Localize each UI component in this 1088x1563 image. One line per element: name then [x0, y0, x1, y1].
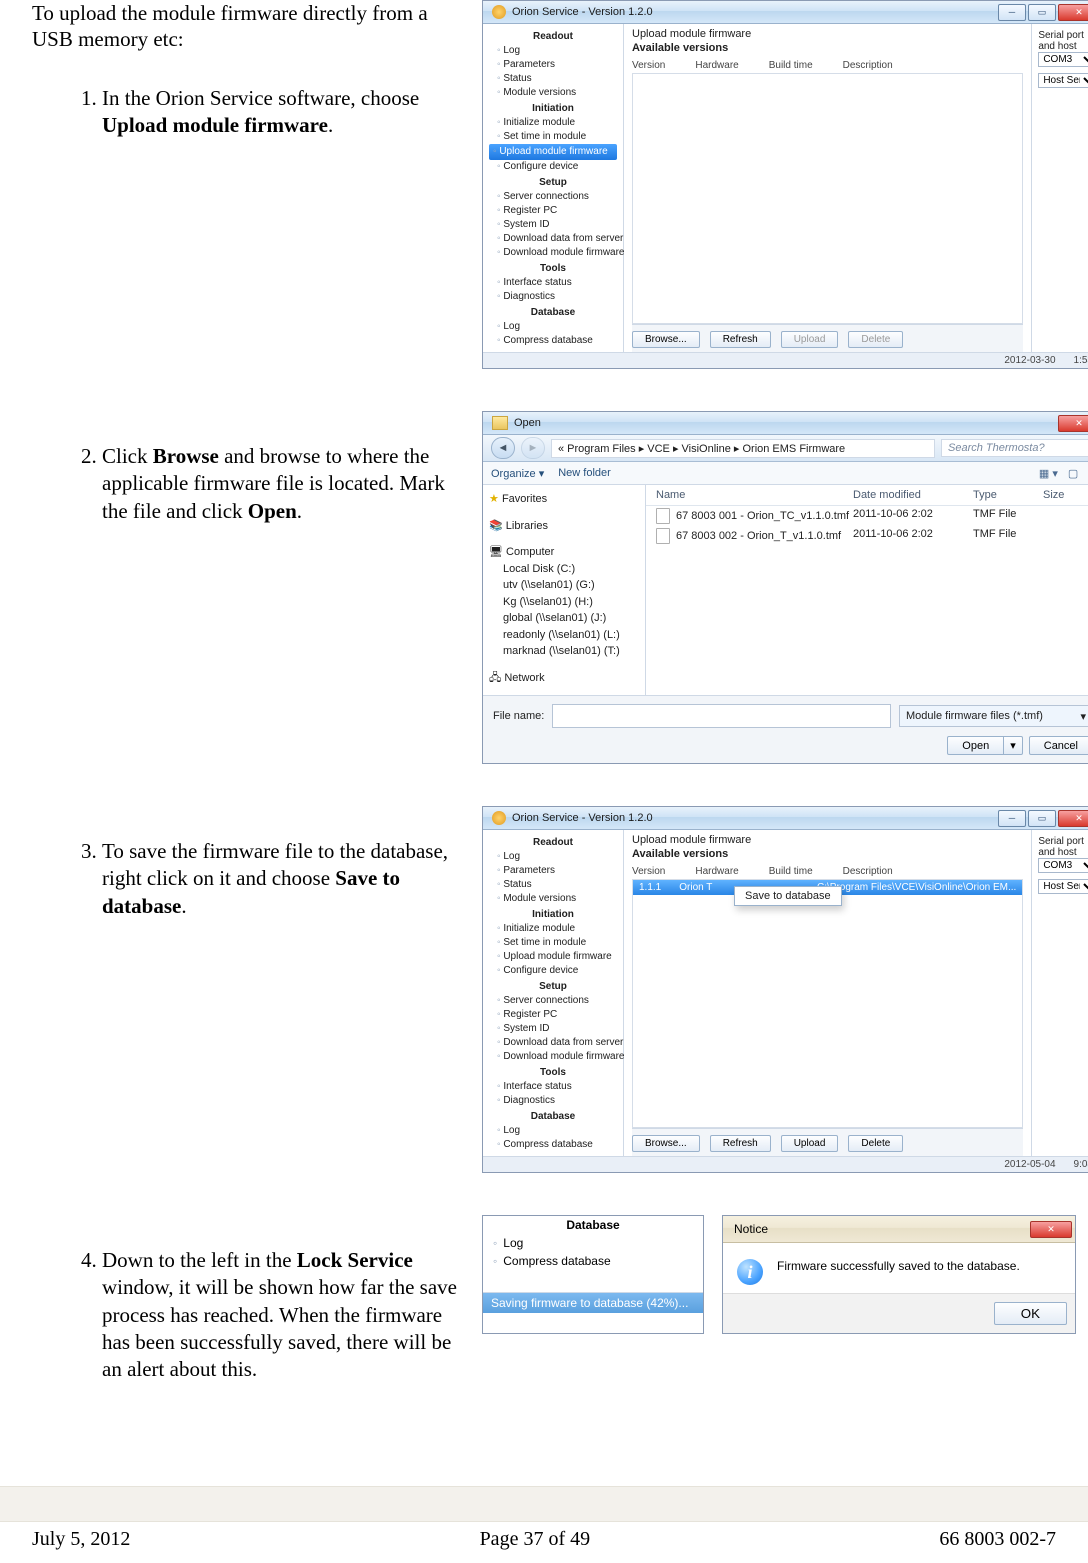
window-orion-1: Orion Service - Version 1.2.0 ─▭✕ Readou… — [482, 0, 1088, 369]
column-headers: VersionHardwareBuild timeDescription — [632, 60, 1023, 71]
filetype-combo[interactable]: Module firmware files (*.tmf)▾ — [899, 705, 1088, 727]
forward-icon: ► — [521, 437, 545, 459]
notice-dialog: Notice ✕ i Firmware successfully saved t… — [722, 1215, 1076, 1334]
info-icon: i — [737, 1259, 763, 1285]
window-progress: Database Log Compress database Saving fi… — [482, 1215, 704, 1334]
close-icon[interactable]: ✕ — [1030, 1221, 1072, 1238]
titlebar[interactable]: Orion Service - Version 1.2.0 ─▭✕ — [483, 1, 1088, 24]
firmware-list[interactable]: 1.1.1Orion TC:\Program Files\VCE\VisiOnl… — [632, 879, 1023, 1128]
close-icon[interactable]: ✕ — [1058, 4, 1088, 21]
delete-button[interactable]: Delete — [848, 1135, 903, 1152]
file-row[interactable]: 67 8003 002 - Orion_T_v1.1.0.tmf2011-10-… — [646, 526, 1088, 546]
window-open-dialog: Open ✕ ◄ ► « Program Files ▸ VCE ▸ VisiO… — [482, 411, 1088, 764]
window-orion-3: Orion Service - Version 1.2.0 ─▭✕ Readou… — [482, 806, 1088, 1173]
app-icon — [492, 811, 506, 825]
organize-menu[interactable]: Organize ▾ — [491, 467, 544, 480]
open-split-icon[interactable]: ▾ — [1004, 736, 1023, 755]
preview-icon[interactable]: ▢ — [1068, 467, 1078, 480]
tree-sel-upload-module-firmware[interactable]: Upload module firmware — [489, 144, 617, 160]
notice-title: Notice — [734, 1222, 768, 1236]
page-footer: July 5, 2012 Page 37 of 49 66 8003 002-7 — [0, 1528, 1088, 1551]
file-icon — [656, 528, 670, 544]
upload-button: Upload — [781, 331, 839, 348]
file-list[interactable]: NameDate modifiedTypeSize 67 8003 001 - … — [646, 485, 1088, 695]
section-title: Upload module firmware — [632, 28, 1023, 40]
minimize-icon[interactable]: ─ — [998, 4, 1026, 21]
view-icon[interactable]: ▦ ▾ — [1039, 467, 1058, 480]
ok-button[interactable]: OK — [994, 1302, 1067, 1325]
breadcrumb[interactable]: « Program Files ▸ VCE ▸ VisiOnline ▸ Ori… — [551, 439, 935, 458]
com-select[interactable]: COM3 — [1038, 52, 1088, 67]
side-label: Serial port and host — [1038, 30, 1088, 52]
file-row[interactable]: 67 8003 001 - Orion_TC_v1.1.0.tmf2011-10… — [646, 506, 1088, 526]
step-4: Down to the left in the Lock Service win… — [102, 1247, 462, 1383]
section-subtitle: Available versions — [632, 42, 1023, 54]
com-select[interactable]: COM3 — [1038, 858, 1088, 873]
nav-tree[interactable]: Readout Log Parameters Status Module ver… — [483, 830, 624, 1156]
status-progress: Saving firmware to database (42%)... — [483, 1292, 703, 1313]
context-menu-save-to-database[interactable]: Save to database — [734, 886, 842, 906]
filename-input[interactable] — [552, 704, 891, 728]
app-icon — [492, 5, 506, 19]
close-icon[interactable]: ✕ — [1058, 810, 1088, 827]
maximize-icon[interactable]: ▭ — [1028, 4, 1056, 21]
filename-label: File name: — [493, 710, 544, 722]
step-2: Click Browse and browse to where the app… — [102, 443, 462, 525]
upload-button[interactable]: Upload — [781, 1135, 839, 1152]
folder-icon — [492, 416, 508, 430]
search-input[interactable]: Search Thermosta? — [941, 439, 1088, 457]
close-icon[interactable]: ✕ — [1058, 415, 1088, 432]
delete-button: Delete — [848, 331, 903, 348]
host-select[interactable]: Host Server — [1038, 73, 1088, 88]
file-icon — [656, 508, 670, 524]
places-pane[interactable]: ★ Favorites 📚 Libraries 🖥 Computer Local… — [483, 485, 646, 695]
tree-item-log[interactable]: Log — [483, 1234, 703, 1252]
open-button[interactable]: Open — [947, 736, 1004, 755]
notice-message: Firmware successfully saved to the datab… — [777, 1259, 1020, 1285]
maximize-icon[interactable]: ▭ — [1028, 810, 1056, 827]
host-select[interactable]: Host Server — [1038, 879, 1088, 894]
nav-tree[interactable]: Readout Log Parameters Status Module ver… — [483, 24, 624, 352]
refresh-button[interactable]: Refresh — [710, 1135, 771, 1152]
new-folder-button[interactable]: New folder — [558, 467, 611, 480]
tree-item-compress[interactable]: Compress database — [483, 1252, 703, 1270]
cancel-button[interactable]: Cancel — [1029, 736, 1088, 755]
browse-button[interactable]: Browse... — [632, 1135, 700, 1152]
refresh-button[interactable]: Refresh — [710, 331, 771, 348]
step-3: To save the firmware file to the databas… — [102, 838, 462, 920]
step-1: In the Orion Service software, choose Up… — [102, 85, 462, 140]
browse-button[interactable]: Browse... — [632, 331, 700, 348]
minimize-icon[interactable]: ─ — [998, 810, 1026, 827]
intro-text: To upload the module firmware directly f… — [32, 0, 452, 53]
firmware-list[interactable] — [632, 73, 1023, 324]
back-icon[interactable]: ◄ — [491, 437, 515, 459]
